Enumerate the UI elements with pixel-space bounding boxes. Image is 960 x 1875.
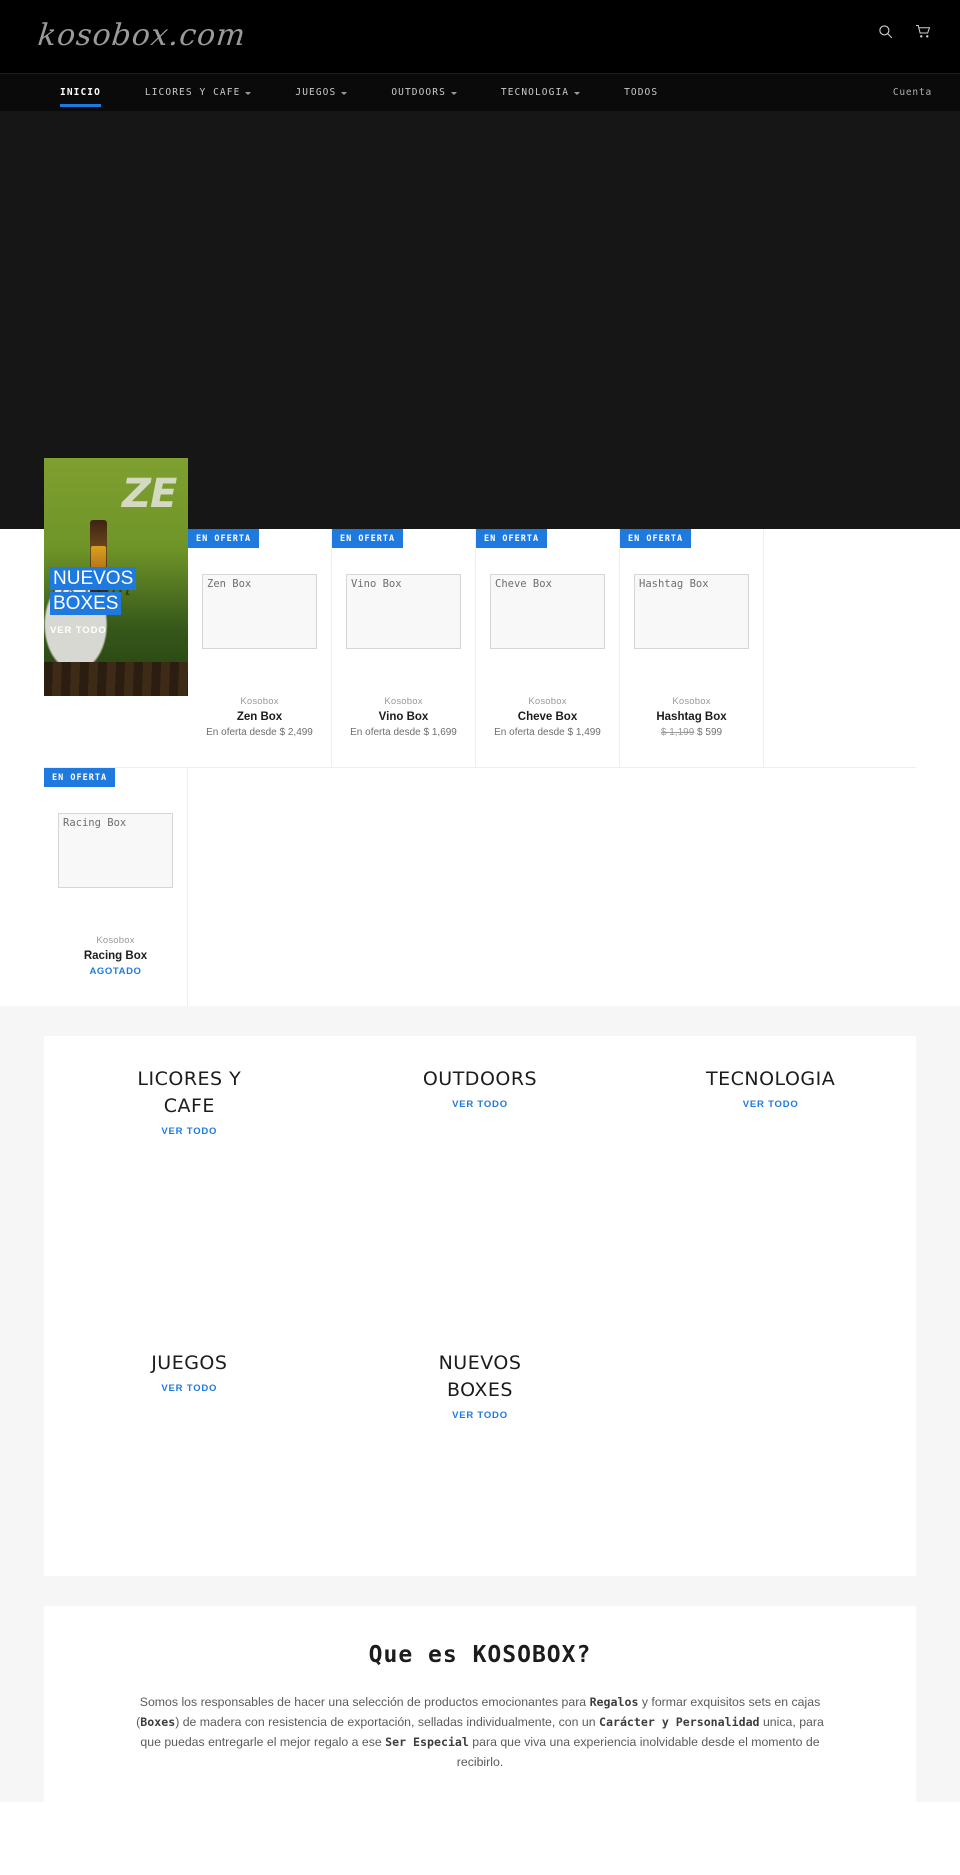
broken-image-placeholder: Vino Box [346,574,461,649]
product-title: Vino Box [378,711,429,723]
product-title: Cheve Box [517,711,578,723]
sale-badge: EN OFERTA [44,768,116,787]
product-price: $ 1,199 $ 599 [620,727,763,738]
category-name: TECNOLOGIA [706,1068,836,1090]
promo-wood-floor [44,662,188,696]
category-block-outdoors[interactable]: OUTDOORS VER TODO [335,1052,626,1290]
nav-item-outdoors[interactable]: OUTDOORS [369,74,479,111]
broken-image-placeholder: Cheve Box [490,574,605,649]
product-price: En oferta desde $ 1,499 [494,727,601,738]
nav-item-label: TODOS [624,87,659,98]
category-name: JUEGOS [151,1352,228,1374]
product-vendor: Kosobox [672,696,711,707]
product-vendor: Kosobox [240,696,279,707]
chevron-down-icon [450,91,457,95]
product-card[interactable]: EN OFERTA Cheve Box Kosobox Cheve Box En ofe… [476,529,620,767]
product-thumbnail-area: Hashtag Box [620,529,763,694]
nav-item-label: LICORES Y CAFE [144,87,241,98]
product-thumbnail-area: Cheve Box [476,529,619,694]
site-header: kosobox.com [0,0,960,73]
category-name: NUEVOS BOXES [438,1352,522,1401]
category-section: LICORES Y CAFE VER TODO OUTDOORS VER TODO TE… [0,1006,960,1576]
cart-icon[interactable] [915,24,932,39]
broken-image-placeholder: Hashtag Box [634,574,749,649]
chevron-down-icon [341,91,348,95]
about-section: Que es KOSOBOX? Somos los responsables d… [0,1576,960,1802]
nav-item-inicio[interactable]: INICIO [38,74,123,111]
product-card[interactable]: EN OFERTA Zen Box Kosobox Zen Box En oferta … [188,529,332,767]
nav-item-label: JUEGOS [295,87,337,98]
product-card[interactable]: EN OFERTA Vino Box Kosobox Vino Box En ofert… [332,529,476,767]
category-wrap: LICORES Y CAFE VER TODO OUTDOORS VER TODO TE… [44,1036,916,1576]
category-view-all-link[interactable]: VER TODO [452,1099,508,1110]
product-sold-out-label: AGOTADO [89,966,142,977]
promo-title-line2: BOXES [50,592,122,615]
category-view-all-link[interactable]: VER TODO [161,1383,217,1394]
about-emphasis-caracter: Carácter y Personalidad [599,1715,760,1729]
category-name: LICORES Y CAFE [137,1068,242,1117]
sale-badge: EN OFERTA [188,529,260,548]
product-title: Zen Box [236,711,283,723]
product-title: Hashtag Box [656,711,727,723]
broken-image-placeholder: Zen Box [202,574,317,649]
category-block-tecnologia[interactable]: TECNOLOGIA VER TODO [625,1052,916,1290]
nav-item-tecnologia[interactable]: TECNOLOGIA [479,74,602,111]
product-card[interactable]: EN OFERTA Racing Box Kosobox Racing Box AGOT… [44,768,188,1006]
sale-badge: EN OFERTA [476,529,548,548]
product-price-original: $ 1,199 [660,727,695,738]
product-price: En oferta desde $ 2,499 [206,727,313,738]
sale-badge: EN OFERTA [332,529,404,548]
chevron-down-icon [245,91,252,95]
featured-products-section: ZE ox.com NUEVOS BOXES VER TODO EN OFERT… [44,458,916,1006]
about-title: Que es KOSOBOX? [368,1642,592,1668]
product-grid-row-2: EN OFERTA Racing Box Kosobox Racing Box AGOT… [44,767,916,1006]
nav-item-licores-y-cafe[interactable]: LICORES Y CAFE [123,74,273,111]
nav-item-todos[interactable]: TODOS [602,74,680,111]
product-thumbnail-area: Vino Box [332,529,475,694]
site-logo[interactable]: kosobox.com [35,8,249,64]
product-card[interactable]: EN OFERTA Hashtag Box Kosobox Hashtag Box $ … [620,529,764,767]
promo-overlay: NUEVOS BOXES VER TODO [50,566,188,636]
product-vendor: Kosobox [384,696,423,707]
search-icon[interactable] [878,24,893,39]
nav-list: INICIO LICORES Y CAFE JUEGOS OUTDOORS TECNOL… [38,74,680,111]
main-navigation: INICIO LICORES Y CAFE JUEGOS OUTDOORS TECNOL… [0,73,960,111]
about-paragraph: Somos los responsables de hacer una sele… [136,1695,824,1769]
about-emphasis-regalos: Regalos [589,1695,639,1709]
promo-image-text-zen: ZE [122,471,177,517]
category-name: OUTDOORS [422,1068,538,1090]
category-row-2: JUEGOS VER TODO NUEVOS BOXES VER TODO [44,1290,916,1546]
broken-image-placeholder: Racing Box [58,813,173,888]
category-block-juegos[interactable]: JUEGOS VER TODO [44,1336,335,1546]
category-view-all-link[interactable]: VER TODO [452,1410,508,1421]
category-block-nuevos-boxes[interactable]: NUEVOS BOXES VER TODO [335,1336,626,1546]
header-icon-group [878,24,932,39]
product-vendor: Kosobox [528,696,567,707]
chevron-down-icon [574,91,581,95]
promo-title-line1: NUEVOS [50,567,137,590]
product-vendor: Kosobox [96,935,135,946]
nav-item-label: INICIO [60,87,101,98]
about-emphasis-boxes: Boxes [140,1715,176,1729]
category-view-all-link[interactable]: VER TODO [161,1126,217,1137]
product-thumbnail-area: Racing Box [44,768,187,933]
promo-view-all-link[interactable]: VER TODO [50,625,188,636]
about-wrap: Que es KOSOBOX? Somos los responsables d… [44,1606,916,1802]
product-price: En oferta desde $ 1,699 [350,727,457,738]
category-block-licores-y-cafe[interactable]: LICORES Y CAFE VER TODO [44,1052,335,1290]
nav-item-juegos[interactable]: JUEGOS [273,74,369,111]
nav-item-label: OUTDOORS [391,87,446,98]
account-link[interactable]: Cuenta [893,74,932,111]
promo-tile-nuevos-boxes[interactable]: ZE ox.com NUEVOS BOXES VER TODO [44,458,188,696]
product-title: Racing Box [83,950,148,962]
product-thumbnail-area: Zen Box [188,529,331,694]
category-row-1: LICORES Y CAFE VER TODO OUTDOORS VER TODO TE… [44,1052,916,1290]
nav-item-label: TECNOLOGIA [500,87,570,98]
promo-title: NUEVOS BOXES [50,566,188,616]
sale-badge: EN OFERTA [620,529,692,548]
category-view-all-link[interactable]: VER TODO [743,1099,799,1110]
about-emphasis-ser-especial: Ser Especial [385,1735,469,1749]
product-price-sale: $ 599 [694,727,723,738]
